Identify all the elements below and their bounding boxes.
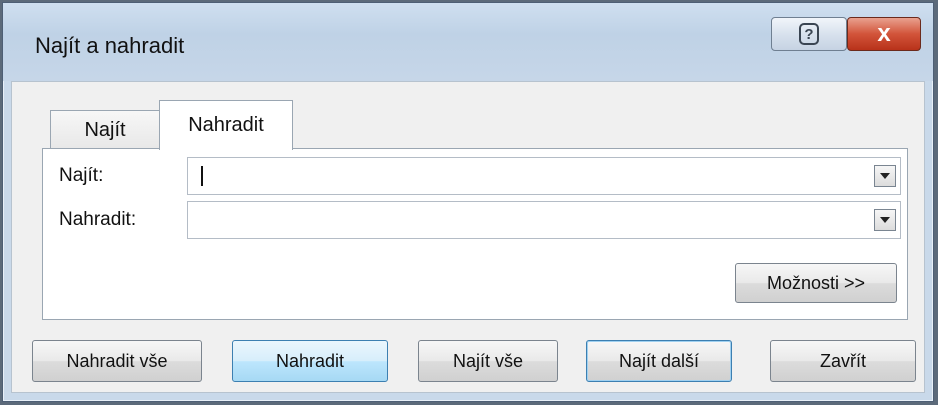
chevron-down-icon [880,217,890,223]
help-button[interactable]: ? [771,17,847,51]
replace-dropdown-button[interactable] [874,209,896,231]
close-button[interactable]: Zavřít [770,340,916,382]
find-label: Najít: [59,165,104,186]
close-icon: x [877,20,891,47]
replace-input[interactable] [187,201,901,239]
replace-button[interactable]: Nahradit [232,340,388,382]
tab-find[interactable]: Najít [50,110,160,150]
help-icon: ? [799,23,819,45]
text-caret [201,166,203,186]
find-replace-dialog: Najít a nahradit ? x Najít Nahradit Nají… [2,2,934,402]
replace-label: Nahradit: [59,209,137,230]
find-input[interactable] [187,157,901,195]
replace-all-button[interactable]: Nahradit vše [32,340,202,382]
find-next-button[interactable]: Najít další [586,340,732,382]
options-button[interactable]: Možnosti >> [735,263,897,303]
title-bar: Najít a nahradit ? x [3,3,933,81]
close-window-button[interactable]: x [847,17,921,51]
find-dropdown-button[interactable] [874,165,896,187]
window-title: Najít a nahradit [35,33,185,58]
chevron-down-icon [880,173,890,179]
dialog-body: Najít Nahradit Najít: Nahradit: Možnosti… [11,81,925,393]
tab-replace[interactable]: Nahradit [159,100,293,150]
replace-panel: Najít: Nahradit: Možnosti >> [42,148,908,320]
find-all-button[interactable]: Najít vše [418,340,558,382]
